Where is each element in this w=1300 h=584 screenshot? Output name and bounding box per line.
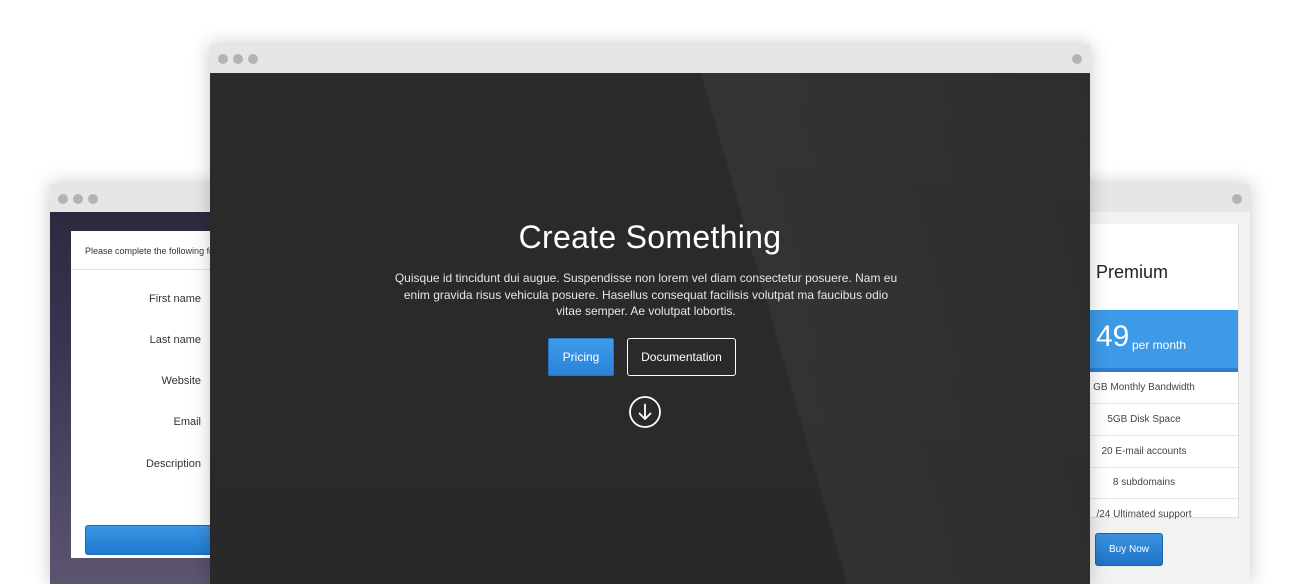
window-control-dot[interactable] bbox=[248, 54, 258, 64]
window-control-dot[interactable] bbox=[88, 194, 98, 204]
price-amount: 49 bbox=[1096, 320, 1130, 353]
documentation-button[interactable]: Documentation bbox=[627, 338, 736, 376]
arrow-down-circle-icon[interactable] bbox=[629, 396, 661, 428]
window-control-dot[interactable] bbox=[1072, 54, 1082, 64]
window-control-dot[interactable] bbox=[218, 54, 228, 64]
buy-now-button[interactable]: Buy Now bbox=[1095, 533, 1163, 566]
hero-window-titlebar bbox=[210, 44, 1090, 73]
form-intro-text: Please complete the following fo bbox=[85, 246, 215, 256]
window-control-dot[interactable] bbox=[58, 194, 68, 204]
window-control-dot[interactable] bbox=[1232, 194, 1242, 204]
hero-window: Create Something Quisque id tincidunt du… bbox=[210, 44, 1090, 584]
pricing-button[interactable]: Pricing bbox=[548, 338, 614, 376]
window-control-dot[interactable] bbox=[233, 54, 243, 64]
field-label-website: Website bbox=[161, 375, 201, 387]
field-label-last-name: Last name bbox=[149, 334, 201, 346]
field-label-description: Description bbox=[145, 458, 201, 470]
window-control-dot[interactable] bbox=[73, 194, 83, 204]
field-label-first-name: First name bbox=[149, 293, 201, 305]
plan-name: Premium bbox=[1096, 262, 1169, 282]
hero-description: Quisque id tincidunt dui augue. Suspendi… bbox=[394, 271, 898, 318]
price-period: per month bbox=[1132, 338, 1187, 352]
hero-section: Create Something Quisque id tincidunt du… bbox=[210, 73, 1090, 584]
field-label-email: Email bbox=[173, 416, 201, 428]
hero-title: Create Something bbox=[518, 219, 782, 255]
